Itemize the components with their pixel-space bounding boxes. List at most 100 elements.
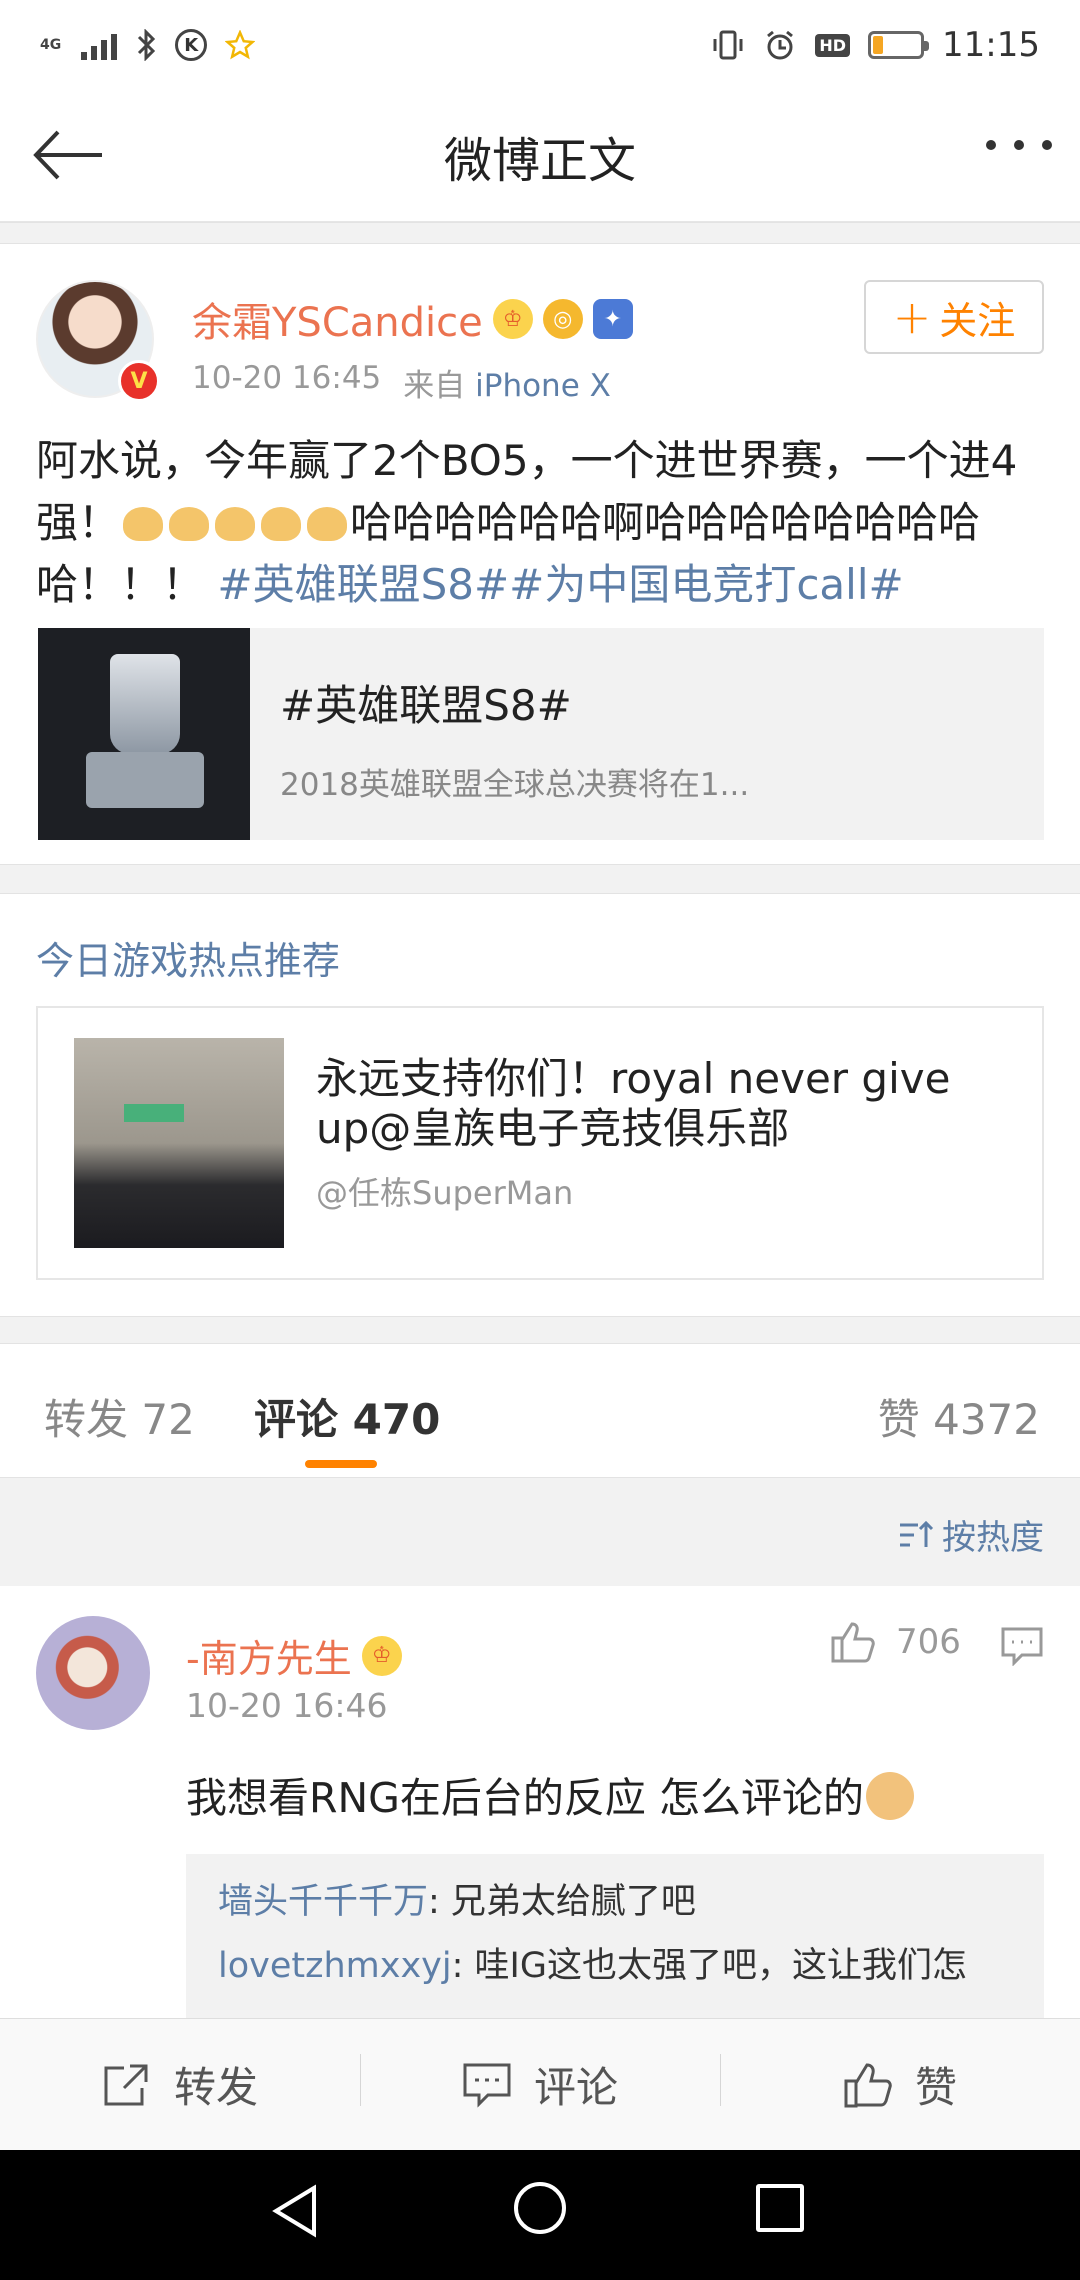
crown-vip-icon: ♔ xyxy=(361,1635,402,1676)
verified-v-icon: V xyxy=(118,360,160,402)
repost-icon xyxy=(104,2064,148,2105)
sort-by-hot-button[interactable]: 按热度 xyxy=(898,1510,1044,1559)
recommend-text: 永远支持你们！royal never give up@皇族电子竞技俱乐部 xyxy=(316,1054,951,1153)
recommend-thumbnail xyxy=(74,1038,284,1248)
recommend-card[interactable]: 永远支持你们！royal never give up@皇族电子竞技俱乐部 @任栋… xyxy=(36,1006,1044,1280)
like-label: 赞 xyxy=(914,2063,957,2112)
plus-icon: + xyxy=(892,290,932,344)
comment-like-count: 706 xyxy=(896,1622,961,1662)
recommend-user: @任栋SuperMan xyxy=(316,1174,574,1212)
tab-like[interactable]: 赞 4372 xyxy=(878,1386,1040,1447)
sub-replies[interactable]: 墙头千千千万: 兄弟太给腻了吧 lovetzhmxxyj: 哇IG这也太强了吧，… xyxy=(186,1854,1044,2020)
back-arrow-icon[interactable] xyxy=(28,120,108,190)
interaction-tabs: 转发 72 评论 470 赞 4372 xyxy=(0,1344,1080,1478)
clap-emoji-icon xyxy=(261,507,302,541)
follow-label: 关注 xyxy=(939,298,1016,343)
comment-label: 评论 xyxy=(533,2063,618,2112)
post-time: 10-20 16:45 xyxy=(192,360,382,396)
post-meta: 10-20 16:45 来自 iPhone X xyxy=(192,360,611,405)
topic-description: 2018英雄联盟全球总决赛将在1... xyxy=(280,767,750,803)
clap-emoji-icon xyxy=(215,507,256,541)
comment-text: 我想看RNG在后台的反应 怎么评论的 xyxy=(186,1764,914,1824)
k-app-icon: K xyxy=(175,29,208,61)
sort-icon xyxy=(900,1520,934,1547)
author-avatar[interactable]: V xyxy=(36,280,160,402)
vibrate-icon xyxy=(713,30,743,60)
commenter-name[interactable]: -南方先生 xyxy=(186,1628,352,1683)
source-prefix: 来自 xyxy=(403,368,466,404)
repost-label: 转发 xyxy=(173,2063,258,2112)
topic-title: #英雄联盟S8# xyxy=(280,681,572,730)
tab-comment[interactable]: 评论 470 xyxy=(254,1386,440,1447)
bluetooth-icon xyxy=(138,29,156,61)
recommend-section: 今日游戏热点推荐 永远支持你们！royal never give up@皇族电子… xyxy=(0,894,1080,1316)
divider xyxy=(0,222,1080,244)
topic-info: #英雄联盟S8# 2018英雄联盟全球总决赛将在1... xyxy=(250,628,779,840)
more-options-icon[interactable] xyxy=(986,140,1052,150)
author-row: 余霜YSCandice ♔ ◎ ✦ xyxy=(192,290,633,348)
active-tab-indicator xyxy=(305,1460,377,1468)
topic-thumbnail xyxy=(38,628,250,840)
status-left: 4G K xyxy=(40,29,256,61)
commenter-avatar[interactable] xyxy=(36,1616,150,1730)
status-right: HD 11:15 xyxy=(711,25,1040,65)
battery-fill xyxy=(873,36,884,54)
sub-reply-user[interactable]: lovetzhmxxyj xyxy=(218,1946,452,1986)
hd-icon: HD xyxy=(815,33,851,57)
comment-item: -南方先生 ♔ 10-20 16:46 706 我想看RNG在后台的反应 怎么评… xyxy=(0,1586,1080,2020)
network-type: 4G xyxy=(40,37,62,53)
reply-icon[interactable] xyxy=(1000,1626,1044,1666)
sub-reply-user[interactable]: 墙头千千千万 xyxy=(218,1882,428,1922)
recommend-title: 今日游戏热点推荐 xyxy=(36,939,341,983)
signal-icon xyxy=(81,30,118,60)
topic-card[interactable]: #英雄联盟S8# 2018英雄联盟全球总决赛将在1... xyxy=(38,628,1044,840)
nav-bar: 微博正文 xyxy=(0,90,1080,222)
post-text: 阿水说，今年赢了2个BO5，一个进世界赛，一个进4强！ 哈哈哈哈哈哈啊哈哈哈哈哈哈… xyxy=(36,430,1046,616)
system-home-icon[interactable] xyxy=(514,2182,566,2234)
sub-reply: 墙头千千千万: 兄弟太给腻了吧 xyxy=(218,1870,1012,1934)
alarm-icon xyxy=(767,30,794,60)
clap-emoji-icon xyxy=(307,507,348,541)
sub-reply-text: : 兄弟太给腻了吧 xyxy=(428,1882,696,1922)
battery-icon xyxy=(868,31,930,59)
source-device[interactable]: iPhone X xyxy=(475,368,611,404)
repost-button[interactable]: 转发 xyxy=(0,2054,360,2115)
star-icon xyxy=(225,30,256,60)
divider xyxy=(0,1316,1080,1344)
author-name[interactable]: 余霜YSCandice xyxy=(192,290,483,348)
trophy-icon xyxy=(110,654,180,754)
comment-icon xyxy=(463,2063,511,2108)
follow-button[interactable]: + 关注 xyxy=(864,280,1044,354)
game-badge-icon: ✦ xyxy=(592,299,633,339)
clap-emoji-icon xyxy=(169,507,210,541)
medal-icon: ◎ xyxy=(542,299,583,339)
like-button[interactable]: 赞 xyxy=(720,2054,1080,2115)
thumbs-up-icon xyxy=(831,1622,875,1663)
sort-label: 按热度 xyxy=(942,1518,1044,1558)
doge-emoji-icon xyxy=(865,1772,914,1820)
tab-repost[interactable]: 转发 72 xyxy=(44,1386,195,1447)
bottom-action-bar: 转发 评论 赞 xyxy=(0,2018,1080,2150)
crown-vip-icon: ♔ xyxy=(492,299,533,339)
comment-text-content: 我想看RNG在后台的反应 怎么评论的 xyxy=(186,1774,864,1822)
comment-like-button[interactable]: 706 xyxy=(830,1620,961,1664)
sort-bar: 按热度 xyxy=(0,1478,1080,1586)
divider xyxy=(0,864,1080,894)
page-title: 微博正文 xyxy=(443,132,636,189)
commenter-row: -南方先生 ♔ xyxy=(186,1628,402,1683)
thumbs-up-icon xyxy=(844,2062,892,2107)
system-recents-icon[interactable] xyxy=(756,2184,804,2232)
trophy-base xyxy=(86,752,204,808)
clap-emoji-icon xyxy=(123,507,164,541)
comment-button[interactable]: 评论 xyxy=(360,2054,720,2115)
sub-reply: lovetzhmxxyj: 哇IG这也太强了吧，这让我们怎 xyxy=(218,1934,1012,1998)
comment-time: 10-20 16:46 xyxy=(186,1686,388,1725)
system-back-icon[interactable] xyxy=(270,2184,320,2238)
sub-reply-text: : 哇IG这也太强了吧，这让我们怎 xyxy=(451,1946,967,1986)
weibo-post: V 余霜YSCandice ♔ ◎ ✦ 10-20 16:45 来自 iPhon… xyxy=(0,244,1080,864)
hashtag-link[interactable]: #英雄联盟S8##为中国电竞打call# xyxy=(217,560,903,609)
system-nav-bar xyxy=(0,2150,1080,2280)
post-source: 来自 iPhone X xyxy=(403,360,611,405)
status-time: 11:15 xyxy=(942,25,1040,65)
status-bar: 4G K HD 11:15 xyxy=(0,0,1080,90)
